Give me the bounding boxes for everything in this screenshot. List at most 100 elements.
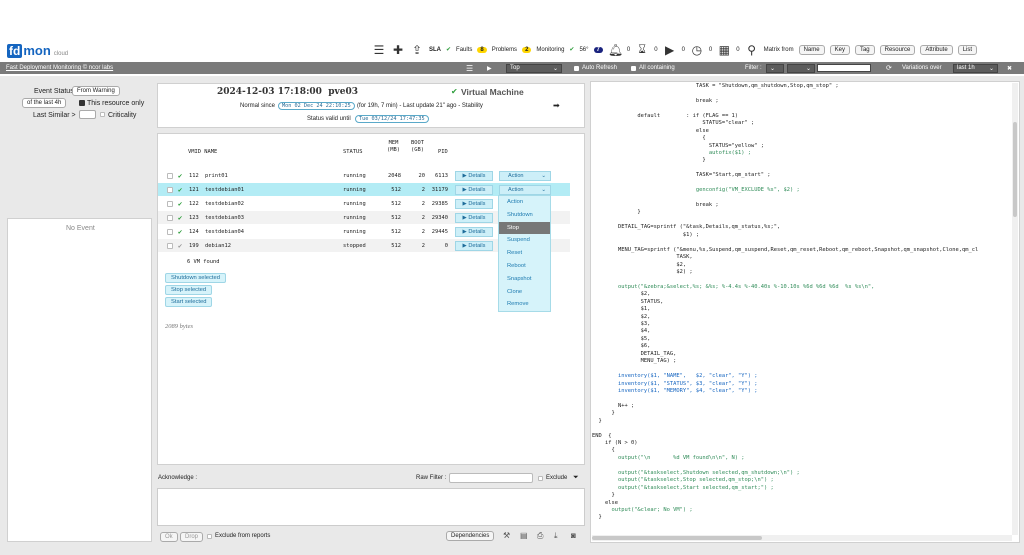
matrix-tag-button[interactable]: Tag	[854, 44, 875, 55]
filter-select-1[interactable]: ⌄	[766, 63, 784, 73]
details-button[interactable]: ▶ Details	[455, 198, 493, 209]
filter-input[interactable]	[817, 64, 871, 72]
clock-icon[interactable]: ◷	[690, 43, 704, 57]
menu-item-reboot[interactable]: Reboot	[499, 260, 550, 273]
calendar-icon[interactable]: ▦	[717, 43, 731, 57]
resource-only-checkbox[interactable]	[79, 100, 85, 106]
play-icon[interactable]: ▶	[663, 43, 677, 57]
faults-label[interactable]: Faults	[456, 47, 472, 53]
sla-label[interactable]: SLA	[429, 47, 441, 53]
download-icon[interactable]: ⤓	[554, 531, 558, 541]
menu-item-action[interactable]: Action	[499, 196, 550, 209]
bar-menu-icon[interactable]: ☰	[466, 64, 473, 73]
exclude-checkbox[interactable]	[538, 476, 543, 481]
action-select[interactable]: Action ⌄	[499, 184, 551, 195]
code-line: }	[592, 417, 602, 424]
search-icon[interactable]: ⚲	[745, 43, 759, 57]
matrix-resource-button[interactable]: Resource	[879, 44, 916, 55]
code-line: genconfig("VM_EXCLUDE %s", $2) ;	[592, 187, 800, 194]
play-count: 0	[681, 46, 685, 53]
script-code[interactable]: TASK = "Shutdown,qm_shutdown,Stop,qm_sto…	[592, 83, 1012, 535]
auto-refresh-checkbox[interactable]	[574, 65, 579, 71]
exclude-reports-checkbox[interactable]	[207, 534, 212, 539]
code-line: }	[592, 410, 615, 417]
menu-item-suspend[interactable]: Suspend	[499, 234, 550, 247]
row-status: running	[343, 214, 366, 221]
action-select[interactable]: Action ⌄	[499, 170, 551, 181]
row-checkbox[interactable]	[167, 186, 173, 193]
code-line: output("&zebra;&select,%s; &%s; %-4.4s %…	[592, 283, 875, 290]
event-status-label: Event Status	[34, 88, 74, 95]
row-name: print01	[205, 172, 228, 179]
menu-item-clone[interactable]: Clone	[499, 286, 550, 299]
ok-button[interactable]: Ok	[160, 532, 178, 542]
vertical-scroll-thumb[interactable]	[1013, 122, 1017, 217]
monitoring-label[interactable]: Monitoring	[536, 47, 564, 53]
upload-icon[interactable]: ⇪	[410, 43, 424, 57]
faults-badge[interactable]: 8	[477, 46, 487, 53]
menu-item-remove[interactable]: Remove	[499, 298, 550, 311]
drop-button[interactable]: Drop	[180, 532, 204, 542]
row-pid: 29445	[431, 228, 448, 235]
all-containing-checkbox[interactable]	[631, 65, 636, 71]
normal-since-label: Normal since	[240, 103, 276, 109]
row-checkbox[interactable]	[167, 214, 173, 221]
details-button[interactable]: ▶ Details	[455, 240, 493, 251]
start-selected-button[interactable]: Start selected	[165, 297, 213, 307]
print-icon[interactable]: ⎙	[537, 531, 543, 541]
last-4h-button[interactable]: of the last 4h	[22, 98, 67, 108]
problems-badge[interactable]: 2	[522, 46, 532, 53]
refresh-icon[interactable]: ⟳	[886, 64, 892, 72]
row-checkbox[interactable]	[167, 172, 173, 179]
code-line: if (N > 0)	[592, 440, 638, 446]
row-checkbox[interactable]	[167, 200, 173, 207]
menu-item-stop[interactable]: Stop	[499, 221, 550, 235]
close-icon[interactable]: ✖	[1007, 65, 1012, 72]
matrix-name-button[interactable]: Name	[798, 44, 825, 55]
details-button[interactable]: ▶ Details	[455, 212, 493, 223]
filter-funnel-icon[interactable]: ⏷	[573, 474, 579, 482]
add-icon[interactable]: ✚	[391, 43, 405, 57]
raw-filter-input[interactable]	[449, 473, 533, 483]
variations-select[interactable]: last 1h ⌄	[953, 63, 998, 73]
menu-item-snapshot[interactable]: Snapshot	[499, 273, 550, 286]
notes-icon[interactable]: ▤	[520, 531, 528, 540]
hamburger-menu-icon[interactable]: ☰	[372, 43, 386, 57]
camera-icon[interactable]: ◙	[571, 531, 576, 540]
problems-label[interactable]: Problems	[492, 47, 517, 53]
hourglass-icon[interactable]: ⌛︎	[635, 42, 649, 57]
details-button[interactable]: ▶ Details	[455, 170, 493, 181]
matrix-list-button[interactable]: List	[957, 44, 978, 55]
details-button[interactable]: ▶ Details	[455, 184, 493, 195]
filter-select-2[interactable]: ⌄	[787, 63, 815, 73]
criticality-checkbox[interactable]	[100, 112, 105, 117]
code-line: autofix($1) ;	[592, 149, 752, 156]
row-checkbox[interactable]	[167, 228, 173, 235]
shutdown-selected-button[interactable]: Shutdown selected	[165, 273, 226, 283]
details-button[interactable]: ▶ Details	[455, 226, 493, 237]
col-status: STATUS	[343, 149, 363, 155]
menu-item-shutdown[interactable]: Shutdown	[499, 209, 550, 222]
menu-item-reset[interactable]: Reset	[499, 247, 550, 260]
row-boot: 2	[421, 228, 425, 235]
dependencies-button[interactable]: Dependencies	[446, 531, 495, 541]
vm-found-text: 6 VM found	[187, 259, 220, 265]
stop-selected-button[interactable]: Stop selected	[165, 285, 213, 295]
monitoring-badge[interactable]: 7	[593, 46, 603, 53]
from-warning-button[interactable]: From Warning	[72, 86, 120, 96]
code-line: {	[592, 447, 615, 454]
wrench-icon[interactable]: ⚒	[503, 531, 510, 540]
row-status: running	[343, 172, 366, 179]
horizontal-scroll-thumb[interactable]	[592, 536, 762, 540]
matrix-attribute-button[interactable]: Attribute	[920, 44, 953, 55]
bell-icon[interactable]: 🔔︎	[608, 43, 623, 57]
acknowledge-textarea[interactable]	[157, 488, 585, 526]
bar-title[interactable]: Fast Deployment Monitoring © ncor labs	[6, 65, 113, 71]
bar-play-icon[interactable]: ▶	[487, 65, 492, 72]
last-similar-input[interactable]	[79, 110, 96, 119]
app-logo[interactable]: fd mon cloud	[7, 43, 68, 58]
row-checkbox[interactable]	[167, 242, 173, 249]
top-select[interactable]: Top ⌄	[506, 63, 562, 73]
matrix-key-button[interactable]: Key	[829, 44, 850, 55]
